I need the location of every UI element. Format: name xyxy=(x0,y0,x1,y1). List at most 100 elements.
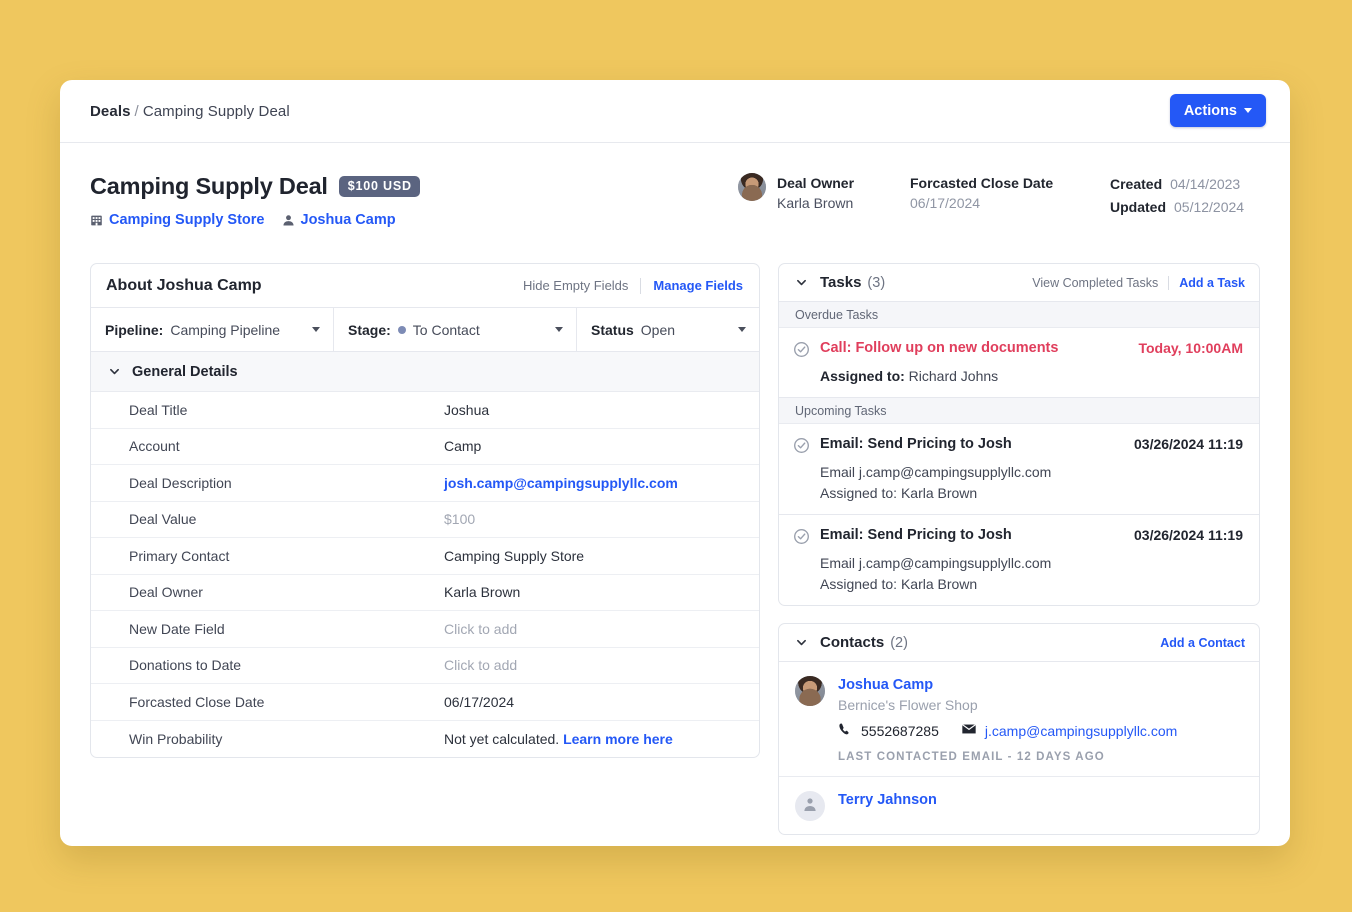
field-value: Joshua xyxy=(444,401,490,418)
contact-phone[interactable]: 5552687285 xyxy=(838,722,939,740)
field-label: Deal Title xyxy=(129,401,188,418)
field-value: Camp xyxy=(444,438,482,455)
chevron-down-icon xyxy=(738,327,746,332)
field-value: $100 xyxy=(444,511,476,528)
updated-row: Updated 05/12/2024 xyxy=(1110,196,1260,219)
pipeline-select[interactable]: Pipeline: Camping Pipeline xyxy=(91,308,334,351)
breadcrumb-root[interactable]: Deals xyxy=(90,103,131,120)
stage-select[interactable]: Stage: To Contact xyxy=(334,308,577,351)
phone-icon xyxy=(838,722,853,740)
status-select[interactable]: Status Open xyxy=(577,308,759,351)
record-header-left: Camping Supply Deal $100 USD Camping Sup… xyxy=(90,173,420,228)
add-contact-link[interactable]: Add a Contact xyxy=(1160,636,1245,650)
chevron-down-icon xyxy=(312,327,320,332)
field-value-placeholder[interactable]: Click to add xyxy=(444,657,517,673)
contact-name-link[interactable]: Terry Jahnson xyxy=(838,792,937,808)
left-column: About Joshua Camp Hide Empty Fields Mana… xyxy=(90,263,760,758)
view-completed-tasks-link[interactable]: View Completed Tasks xyxy=(1032,276,1158,290)
task-assignee: Assigned to: Karla Brown xyxy=(820,485,1243,501)
deal-amount-badge: $100 USD xyxy=(338,176,420,197)
manage-fields-link[interactable]: Manage Fields xyxy=(653,278,743,293)
pipeline-select-value: Camping Pipeline xyxy=(170,321,281,338)
field-value: Camping Supply Store xyxy=(444,547,585,564)
field-row[interactable]: Deal Value $100 xyxy=(91,502,759,538)
company-link[interactable]: Camping Supply Store xyxy=(90,212,265,228)
chevron-down-icon[interactable] xyxy=(795,636,808,649)
right-column: Tasks (3) View Completed Tasks Add a Tas… xyxy=(778,263,1260,835)
field-row[interactable]: Deal Title Joshua xyxy=(91,392,759,429)
tasks-panel: Tasks (3) View Completed Tasks Add a Tas… xyxy=(778,263,1260,606)
record-associations: Camping Supply Store Joshua Camp xyxy=(90,212,420,228)
field-row[interactable]: New Date Field Click to add xyxy=(91,611,759,648)
overdue-tasks-group-label: Overdue Tasks xyxy=(779,302,1259,328)
stage-select-label: Stage: xyxy=(348,321,391,338)
task-assignee-name: Richard Johns xyxy=(908,368,999,384)
field-row[interactable]: Account Camp xyxy=(91,429,759,465)
task-title[interactable]: Call: Follow up on new documents xyxy=(820,340,1138,356)
field-value: Karla Brown xyxy=(444,584,521,601)
field-label: Win Probability xyxy=(129,730,223,747)
breadcrumb-separator: / xyxy=(134,102,139,120)
chevron-down-icon[interactable] xyxy=(795,276,808,289)
hide-empty-fields-link[interactable]: Hide Empty Fields xyxy=(523,278,628,293)
task-title[interactable]: Email: Send Pricing to Josh xyxy=(820,436,1134,452)
divider xyxy=(640,277,642,294)
task-detail: Email j.camp@campingsupplyllc.com xyxy=(820,555,1052,571)
tasks-count: (3) xyxy=(867,274,886,291)
record-title-row: Camping Supply Deal $100 USD xyxy=(90,173,420,200)
top-bar: Deals / Camping Supply Deal Actions xyxy=(60,80,1290,143)
content-area: About Joshua Camp Hide Empty Fields Mana… xyxy=(60,263,1290,835)
add-task-link[interactable]: Add a Task xyxy=(1179,276,1245,290)
field-value-link[interactable]: josh.camp@campingsupplyllc.com xyxy=(444,475,678,491)
check-circle-icon[interactable] xyxy=(793,437,810,459)
task-assignee-label: Assigned to: xyxy=(820,576,898,592)
check-circle-icon[interactable] xyxy=(793,341,810,363)
task-assignee-label: Assigned to: xyxy=(820,368,905,384)
contact-email[interactable]: j.camp@campingsupplyllc.com xyxy=(961,721,1177,740)
contacts-count: (2) xyxy=(890,634,908,651)
field-value: 06/17/2024 xyxy=(444,693,515,710)
pipeline-select-label: Pipeline: xyxy=(105,321,164,338)
field-label: Deal Value xyxy=(129,511,197,528)
field-label: Donations to Date xyxy=(129,657,242,674)
field-row[interactable]: Deal Description josh.camp@campingsupply… xyxy=(91,465,759,502)
contact-link[interactable]: Joshua Camp xyxy=(282,212,396,228)
general-details-section-header[interactable]: General Details xyxy=(91,352,759,392)
record-dates-block: Created 04/14/2023 Updated 05/12/2024 xyxy=(1110,173,1260,218)
task-assignee-name: Karla Brown xyxy=(900,576,978,592)
field-row[interactable]: Primary Contact Camping Supply Store xyxy=(91,538,759,575)
mail-icon xyxy=(961,721,977,740)
created-value: 04/14/2023 xyxy=(1170,176,1241,192)
field-value: Not yet calculated. xyxy=(444,730,560,747)
task-item: Email: Send Pricing to Josh 03/26/2024 1… xyxy=(779,515,1259,605)
contact-name-link[interactable]: Joshua Camp xyxy=(838,677,933,693)
contact-methods: 5552687285 j.camp@campingsupplyllc.com xyxy=(838,721,1243,740)
contact-organization: Bernice's Flower Shop xyxy=(838,697,978,713)
upcoming-tasks-group-label: Upcoming Tasks xyxy=(779,398,1259,424)
field-label: Deal Owner xyxy=(129,584,203,601)
field-label: Forcasted Close Date xyxy=(129,693,265,710)
chevron-down-icon xyxy=(108,365,121,378)
field-row[interactable]: Win Probability Not yet calculated. Lear… xyxy=(91,721,759,758)
field-row[interactable]: Donations to Date Click to add xyxy=(91,648,759,684)
task-title[interactable]: Email: Send Pricing to Josh xyxy=(820,527,1134,543)
building-icon xyxy=(90,214,103,227)
field-row[interactable]: Forcasted Close Date 06/17/2024 xyxy=(91,684,759,721)
task-assignee-name: Karla Brown xyxy=(900,485,978,501)
about-panel: About Joshua Camp Hide Empty Fields Mana… xyxy=(90,263,760,758)
contacts-panel: Contacts (2) Add a Contact Joshua Camp B… xyxy=(778,623,1260,835)
field-value-placeholder[interactable]: Click to add xyxy=(444,621,517,637)
check-circle-icon[interactable] xyxy=(793,528,810,550)
deal-owner-label: Deal Owner xyxy=(777,175,855,191)
learn-more-link[interactable]: Learn more here xyxy=(563,731,673,747)
contact-body: Terry Jahnson xyxy=(838,791,1243,821)
company-link-label: Camping Supply Store xyxy=(109,212,265,228)
field-row[interactable]: Deal Owner Karla Brown xyxy=(91,575,759,611)
created-row: Created 04/14/2023 xyxy=(1110,173,1260,196)
actions-button-label: Actions xyxy=(1183,102,1237,119)
tasks-panel-header: Tasks (3) View Completed Tasks Add a Tas… xyxy=(779,264,1259,302)
tasks-panel-title: Tasks xyxy=(820,274,862,291)
actions-button[interactable]: Actions xyxy=(1169,94,1266,127)
close-date-block: Forcasted Close Date 06/17/2024 xyxy=(910,173,1110,214)
contact-item: Joshua Camp Bernice's Flower Shop 555268… xyxy=(779,662,1259,777)
